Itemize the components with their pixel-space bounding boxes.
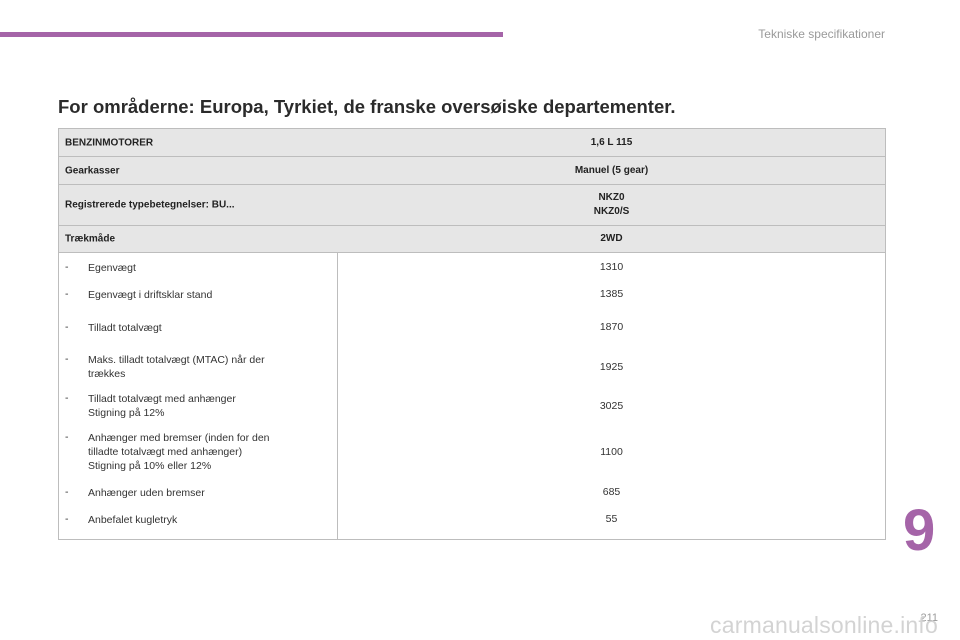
engine-header-row: BENZINMOTORER 1,6 L 115 — [59, 129, 885, 157]
row-label: Anhænger med bremser (inden for den till… — [88, 432, 270, 472]
watermark: carmanualsonline.info — [710, 612, 938, 638]
gearbox-value: Manuel (5 gear) — [574, 164, 649, 176]
gearbox-row: Gearkasser Manuel (5 gear) — [59, 157, 885, 185]
accent-bar — [0, 32, 503, 37]
type-designation-row: Registrerede typebetegnelser: BU... NKZ0… — [59, 185, 885, 226]
spec-table: BENZINMOTORER 1,6 L 115 Gearkasser Manue… — [58, 128, 886, 540]
row-value: 1925 — [599, 361, 624, 373]
drive-label: Trækmåde — [65, 233, 116, 245]
row-label: Maks. tilladt totalvægt (MTAC) når der t… — [88, 354, 265, 380]
row-value: 55 — [605, 513, 618, 525]
section-title: Tekniske specifikationer — [758, 27, 885, 41]
row-value: 1100 — [600, 446, 623, 458]
row-label: Egenvægt i driftsklar stand — [88, 289, 213, 301]
row-value: 685 — [602, 486, 621, 498]
type-designation-value: NKZ0/S — [593, 206, 630, 217]
chapter-number: 9 — [903, 498, 936, 563]
engine-value: 1,6 L 115 — [590, 136, 633, 148]
row-label: Egenvægt — [88, 262, 136, 274]
row-value: 1385 — [599, 288, 624, 300]
page-title: For områderne: Europa, Tyrkiet, de frans… — [58, 96, 676, 117]
engine-label: BENZINMOTORER — [65, 137, 154, 148]
type-designation-value: NKZ0 — [598, 192, 625, 203]
type-designation-label: Registrerede typebetegnelser: BU... — [65, 199, 235, 211]
drive-row: Trækmåde 2WD — [59, 226, 885, 253]
row-value: 3025 — [599, 400, 624, 412]
row-label: Tilladt totalvægt — [88, 322, 162, 334]
row-label: Anhænger uden bremser — [88, 487, 205, 499]
gearbox-label: Gearkasser — [65, 165, 120, 176]
row-label: Tilladt totalvægt med anhænger Stigning … — [88, 393, 236, 419]
row-label: Anbefalet kugletryk — [88, 514, 178, 526]
row-value: 1310 — [599, 261, 624, 273]
drive-value: 2WD — [600, 233, 623, 244]
type-designation-values: NKZ0 NKZ0/S — [338, 191, 885, 219]
row-value: 1870 — [599, 321, 624, 333]
